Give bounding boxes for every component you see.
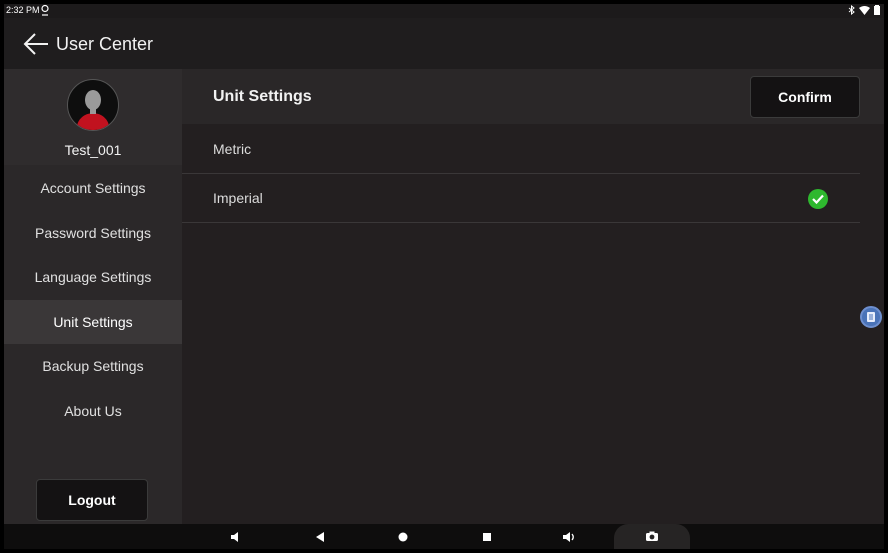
profile-panel: Test_001: [4, 69, 182, 165]
app-bar: User Center: [4, 18, 884, 69]
logout-button[interactable]: Logout: [36, 479, 148, 521]
status-time: 2:32 PM: [6, 5, 40, 15]
main-header: Unit Settings Confirm: [182, 69, 884, 124]
sidebar-item-account-settings[interactable]: Account Settings: [4, 166, 182, 211]
floating-app-glyph: [867, 312, 875, 322]
option-label: Imperial: [213, 190, 263, 206]
sidebar-item-unit-settings[interactable]: Unit Settings: [4, 299, 182, 344]
sidebar-item-backup-settings[interactable]: Backup Settings: [4, 344, 182, 389]
sidebar-item-password-settings[interactable]: Password Settings: [4, 211, 182, 256]
system-nav-bar: [4, 524, 884, 549]
check-mark: [812, 194, 824, 205]
recents-icon[interactable]: [479, 524, 495, 549]
check-icon: [808, 189, 828, 209]
avatar-figure: [76, 90, 110, 130]
sidebar: Test_001 Account Settings Password Setti…: [4, 69, 182, 524]
app-frame: 2:32 PM User Center Test_001 Account Set…: [4, 4, 884, 549]
floating-app-icon[interactable]: [860, 306, 882, 328]
sidebar-item-language-settings[interactable]: Language Settings: [4, 255, 182, 300]
wifi-icon: [859, 5, 870, 15]
sidebar-item-about-us[interactable]: About Us: [4, 389, 182, 434]
camera-icon: [646, 531, 658, 541]
option-label: Metric: [213, 141, 252, 157]
status-icons: [848, 4, 880, 16]
volume-down-icon[interactable]: [228, 524, 244, 549]
battery-icon: [874, 5, 880, 15]
page-title: User Center: [56, 34, 154, 54]
camera-button[interactable]: [614, 524, 690, 549]
volume-up-icon[interactable]: [560, 524, 578, 549]
main-panel: Unit Settings Confirm Metric Imperial: [182, 69, 884, 524]
section-title: Unit Settings: [213, 88, 312, 105]
confirm-button[interactable]: Confirm: [750, 76, 860, 118]
bluetooth-icon: [848, 5, 855, 15]
home-icon[interactable]: [395, 524, 411, 549]
avatar-icon[interactable]: [67, 79, 119, 131]
back-arrow-icon[interactable]: [22, 31, 50, 57]
sidebar-nav: Account Settings Password Settings Langu…: [4, 166, 182, 433]
location-icon: [41, 4, 49, 16]
option-metric[interactable]: Metric: [182, 125, 860, 174]
back-icon[interactable]: [312, 524, 328, 549]
option-imperial[interactable]: Imperial: [182, 174, 860, 223]
status-bar: 2:32 PM: [4, 4, 884, 18]
username: Test_001: [64, 142, 122, 158]
